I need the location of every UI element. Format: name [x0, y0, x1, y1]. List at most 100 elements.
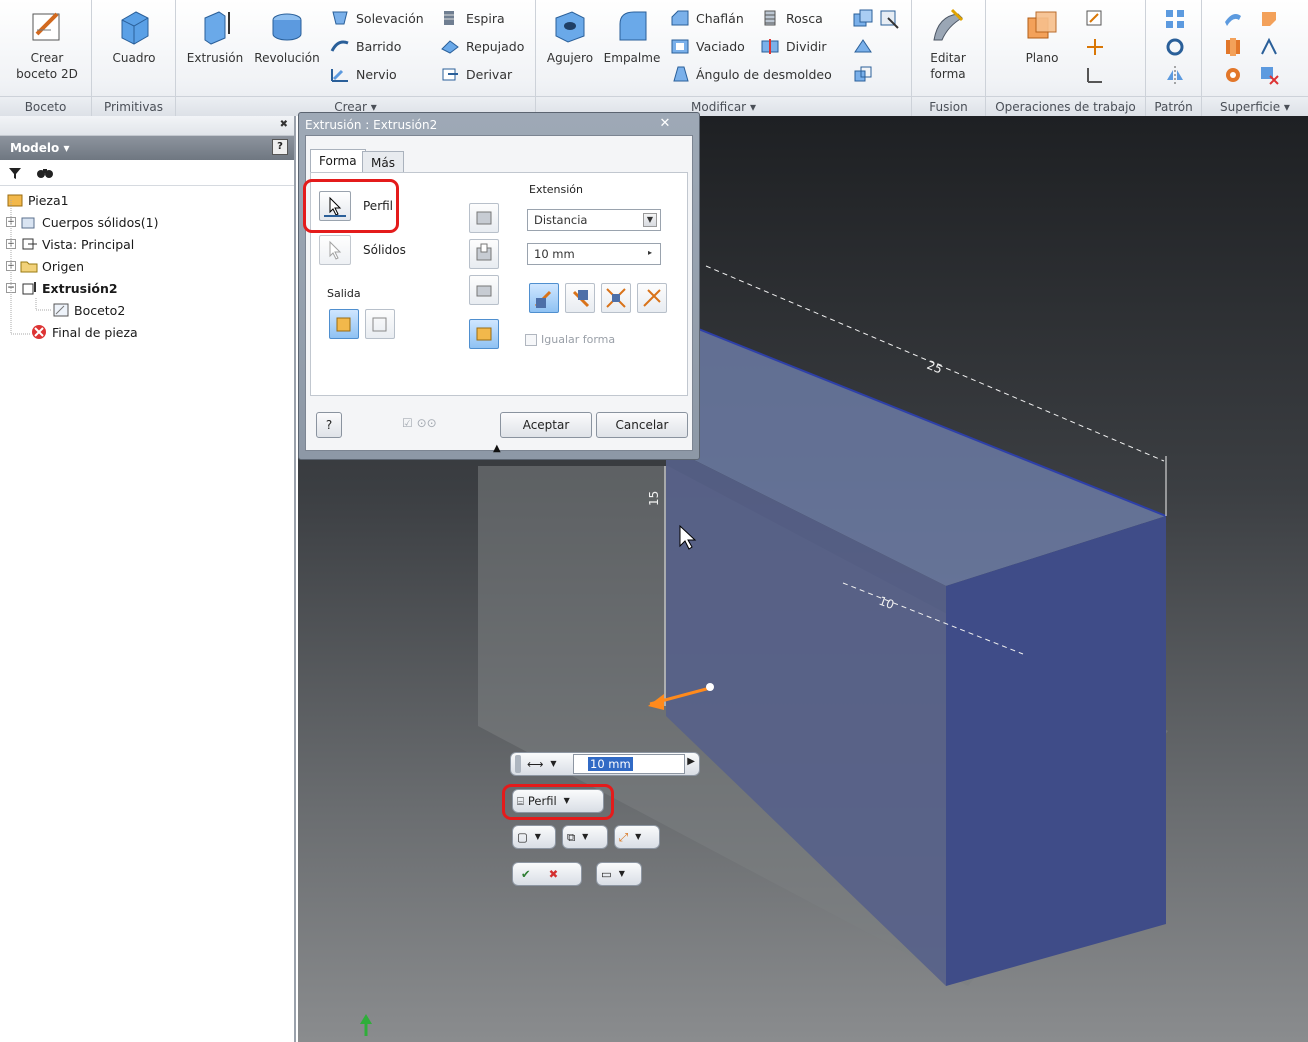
- filter-icon[interactable]: [8, 166, 22, 180]
- browser-header[interactable]: Modelo ▾ ?: [0, 136, 294, 160]
- direction-2-button[interactable]: [565, 283, 595, 313]
- ok-button[interactable]: Aceptar: [500, 412, 592, 438]
- point-icon[interactable]: [1084, 36, 1106, 58]
- mirror-icon[interactable]: [1164, 64, 1186, 86]
- mini-operation-button[interactable]: ⧉ ▼: [562, 825, 608, 849]
- chamfer-button[interactable]: Chaflán: [670, 6, 744, 30]
- combine-icon[interactable]: [852, 8, 874, 30]
- fillet-icon: [619, 11, 647, 41]
- check-icon[interactable]: ✔: [521, 867, 531, 881]
- sketch-icon: [32, 12, 60, 41]
- preview-toggle[interactable]: ☑ ⊙⊙: [402, 416, 437, 430]
- copy-object-icon[interactable]: [852, 64, 874, 86]
- box-button[interactable]: Cuadro: [104, 4, 164, 90]
- solids-select-button[interactable]: [319, 235, 351, 265]
- derive-button[interactable]: Derivar: [440, 62, 512, 86]
- edit-form-button[interactable]: Editar forma: [918, 4, 978, 90]
- asymmetric-icon: [643, 289, 661, 307]
- split-button[interactable]: Dividir: [760, 34, 827, 58]
- shell-button[interactable]: Vaciado: [670, 34, 745, 58]
- new-solid-button[interactable]: [469, 319, 499, 349]
- highlight-mini-profile: [502, 784, 614, 820]
- direction-1-icon: [534, 290, 552, 308]
- patch-icon[interactable]: [1258, 36, 1280, 58]
- help-button[interactable]: ?: [316, 412, 342, 438]
- symmetric-button[interactable]: [601, 283, 631, 313]
- dialog-title: Extrusión : Extrusión2: [305, 118, 438, 132]
- thicken-offset-icon[interactable]: [1222, 8, 1244, 30]
- chevron-down-icon: ▼: [618, 869, 625, 878]
- output-surface-button[interactable]: [365, 309, 395, 339]
- match-shape-option[interactable]: Igualar forma: [525, 333, 615, 346]
- dialog-collapse-icon[interactable]: ▲: [493, 443, 501, 454]
- tab-shape[interactable]: Forma: [310, 149, 366, 173]
- extents-label: Extensión: [529, 183, 584, 196]
- browser-toolbar: [0, 160, 294, 186]
- loft-button[interactable]: Solevación: [330, 6, 424, 30]
- plane-button[interactable]: Plano: [1012, 4, 1072, 90]
- delete-face-icon[interactable]: [1258, 64, 1280, 86]
- dimension-height[interactable]: 15: [647, 491, 661, 506]
- drag-handle[interactable]: [706, 683, 714, 691]
- distance-mode-icon[interactable]: ⟷: [527, 757, 544, 771]
- direction-1-button[interactable]: [529, 283, 559, 313]
- ribbon: Crear boceto 2D Boceto Cuadro Primitivas…: [0, 0, 1308, 116]
- join-icon: [476, 211, 492, 225]
- revolve-button[interactable]: Revolución: [250, 4, 324, 90]
- dimension-width[interactable]: 25: [925, 358, 944, 377]
- hole-button[interactable]: Agujero: [540, 4, 600, 90]
- panel-title-fusion: Fusion: [912, 96, 985, 116]
- create-sketch-button[interactable]: Crear boceto 2D: [14, 4, 80, 90]
- mini-output-button[interactable]: ▢ ▼: [512, 825, 556, 849]
- emboss-button[interactable]: Repujado: [440, 34, 524, 58]
- coil-icon: [444, 11, 454, 25]
- coil-button[interactable]: Espira: [440, 6, 505, 30]
- cancel-x-icon[interactable]: ✖: [549, 867, 559, 881]
- extents-dropdown[interactable]: Distancia ▼: [527, 209, 661, 231]
- thicken-icon[interactable]: [852, 36, 874, 58]
- help-icon[interactable]: ?: [272, 139, 288, 155]
- rib-button[interactable]: Nervio: [330, 62, 397, 86]
- extrude-button[interactable]: Extrusión: [182, 4, 248, 90]
- panel-pattern: Patrón: [1146, 0, 1202, 116]
- chevron-down-icon[interactable]: ▼: [548, 757, 560, 771]
- mini-direction-button[interactable]: ⤢ ▼: [614, 825, 660, 849]
- apply-arrow-icon[interactable]: ▶: [687, 756, 695, 767]
- thread-button[interactable]: Rosca: [760, 6, 823, 30]
- circular-pattern-icon[interactable]: [1164, 36, 1186, 58]
- join-button[interactable]: [469, 203, 499, 233]
- grip-icon[interactable]: [515, 755, 521, 773]
- distance-input[interactable]: 10 mm ▸: [527, 243, 661, 265]
- panel-title-surface[interactable]: Superficie ▾: [1202, 96, 1308, 116]
- ucs-icon[interactable]: [1084, 64, 1106, 86]
- distance-value: 10 mm: [534, 247, 575, 261]
- checkbox[interactable]: [525, 333, 537, 346]
- move-face-icon[interactable]: [878, 8, 900, 30]
- panel-title-pattern: Patrón: [1146, 96, 1201, 116]
- axis-icon[interactable]: [1084, 8, 1106, 30]
- rectangular-pattern-icon[interactable]: [1164, 8, 1186, 30]
- chevron-down-icon: ▾: [1283, 100, 1290, 114]
- close-icon[interactable]: ✕: [655, 116, 675, 132]
- mini-options-button[interactable]: ▭ ▼: [596, 862, 642, 886]
- intersect-button[interactable]: [469, 275, 499, 305]
- cancel-button[interactable]: Cancelar: [596, 412, 688, 438]
- mini-ok-cancel: ✔ ✖: [512, 862, 582, 886]
- sweep-button[interactable]: Barrido: [330, 34, 401, 58]
- fillet-button[interactable]: Empalme: [602, 4, 662, 90]
- asymmetric-button[interactable]: [637, 283, 667, 313]
- derive-label: Derivar: [466, 66, 513, 82]
- preview-front-face: [946, 516, 1166, 986]
- box-label: Cuadro: [112, 51, 156, 65]
- close-icon[interactable]: ✖: [280, 119, 288, 130]
- sculpt-icon[interactable]: [1222, 36, 1244, 58]
- draft-button[interactable]: Ángulo de desmoldeo: [670, 62, 832, 86]
- mini-distance-input[interactable]: 10 mm: [573, 754, 685, 774]
- output-solid-button[interactable]: [329, 309, 359, 339]
- find-icon[interactable]: [36, 166, 54, 180]
- trim-icon[interactable]: [1222, 64, 1244, 86]
- tab-more[interactable]: Más: [362, 151, 404, 173]
- stitch-icon[interactable]: [1258, 8, 1280, 30]
- cut-button[interactable]: [469, 239, 499, 269]
- chevron-right-icon[interactable]: ▸: [643, 247, 657, 261]
